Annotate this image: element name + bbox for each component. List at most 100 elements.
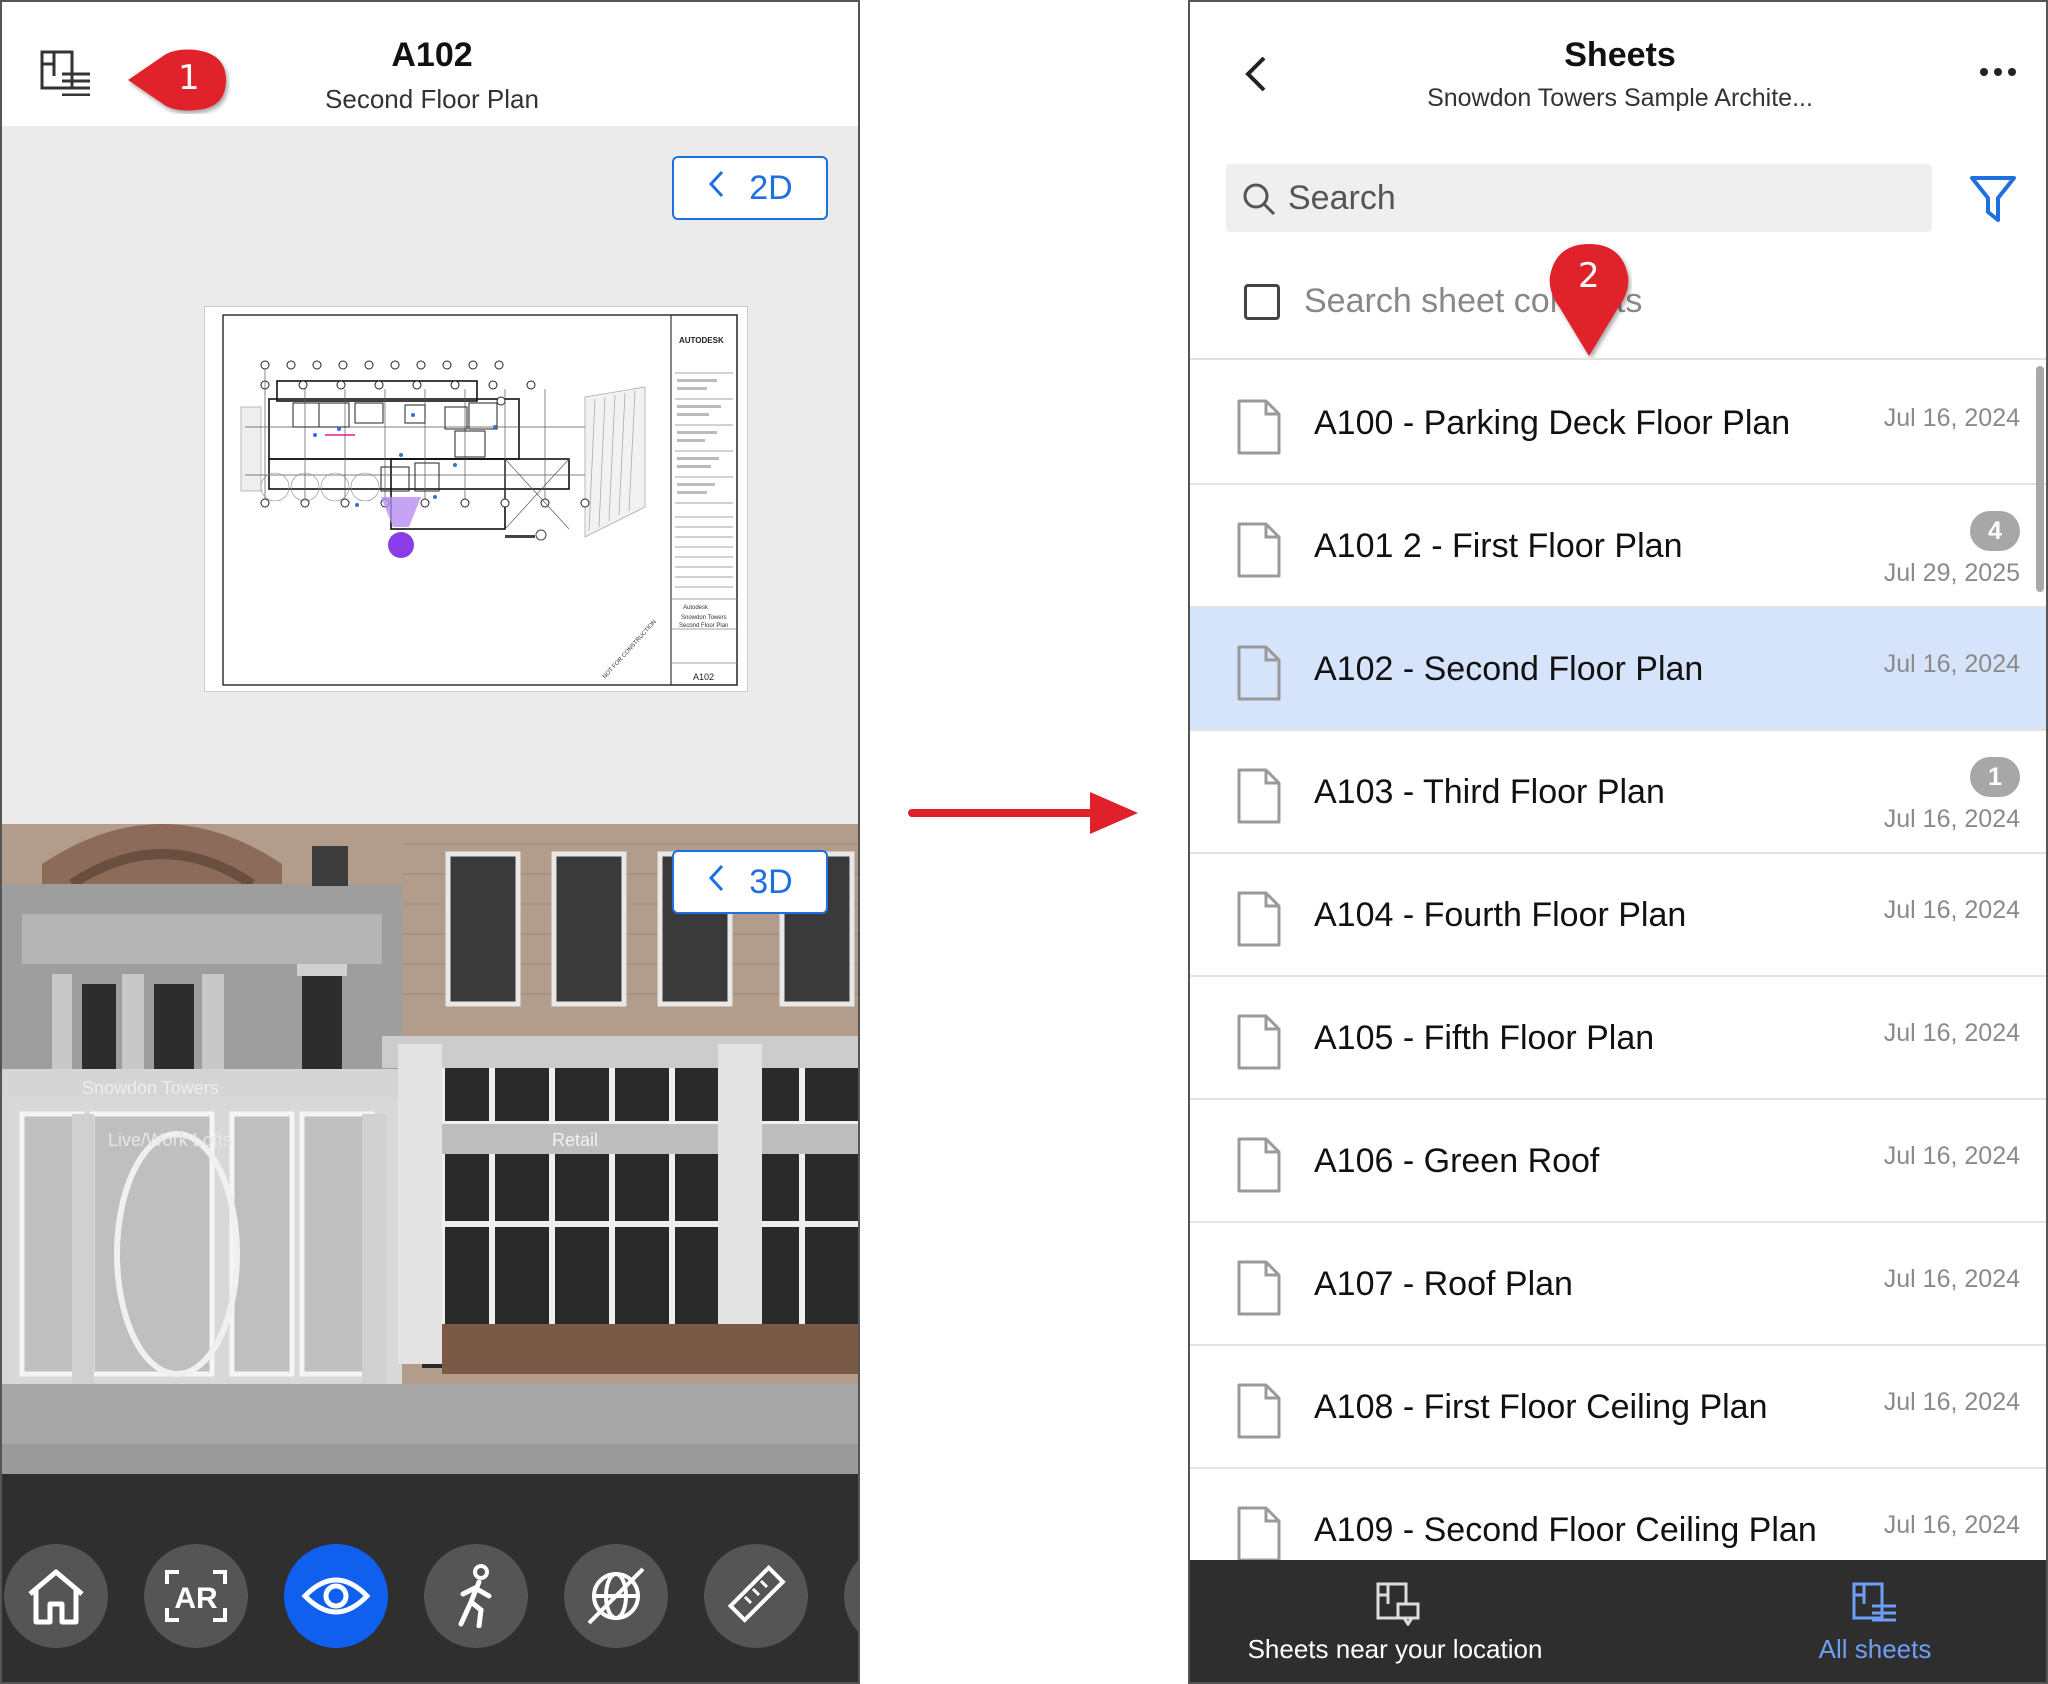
2d-toggle-button[interactable]: 2D	[672, 156, 828, 220]
document-icon	[1237, 1014, 1281, 1070]
search-input[interactable]	[1288, 174, 1908, 222]
sheet-brand: AUTODESK	[679, 336, 724, 345]
sheet-row[interactable]: A104 - Fourth Floor Plan Jul 16, 2024	[1190, 854, 2046, 977]
walk-icon	[458, 1564, 492, 1628]
document-icon	[1237, 1506, 1281, 1562]
sheets-bottom-nav: Sheets near your location All sheets	[1190, 1560, 2046, 1682]
sheet-row[interactable]: A107 - Roof Plan Jul 16, 2024	[1190, 1223, 2046, 1346]
issue-count-badge: 1	[1970, 757, 2020, 797]
building-sign: Live/Work Lofts	[108, 1130, 232, 1150]
sheet-name: A103 - Third Floor Plan	[1314, 773, 1665, 811]
sheet-name: A107 - Roof Plan	[1314, 1265, 1573, 1303]
title-block-line: Snowdon Towers	[681, 615, 727, 621]
sheet-name: A105 - Fifth Floor Plan	[1314, 1019, 1655, 1057]
sheet-name: A100 - Parking Deck Floor Plan	[1314, 404, 1791, 442]
sheet-date: Jul 16, 2024	[1883, 404, 2020, 432]
sheet-date: Jul 16, 2024	[1883, 1142, 2020, 1170]
issue-count-badge: 4	[1970, 511, 2020, 551]
visibility-button[interactable]	[284, 1544, 388, 1648]
sheet-date: Jul 16, 2024	[1883, 1019, 2020, 1047]
list-scrollbar[interactable]	[2036, 366, 2044, 592]
document-icon	[1237, 1260, 1281, 1316]
all-sheets-icon	[1852, 1582, 1896, 1622]
sheet-date: Jul 16, 2024	[1883, 650, 2020, 678]
title-block-line: Autodesk	[683, 605, 709, 611]
viewer-toolbar: AR	[2, 1474, 858, 1682]
sheet-date: Jul 16, 2024	[1883, 805, 2020, 833]
3d-view-pane[interactable]: Snowdon Towers Live/Work Lofts Retail 3D	[2, 824, 858, 1474]
more-dot-icon	[1980, 68, 1988, 76]
more-options-button[interactable]	[1970, 54, 2026, 90]
project-name: Snowdon Towers Sample Archite...	[1427, 84, 1813, 112]
sheet-row[interactable]: A100 - Parking Deck Floor Plan Jul 16, 20…	[1190, 362, 2046, 485]
building-model-render: Snowdon Towers Live/Work Lofts Retail	[2, 824, 858, 1474]
search-box[interactable]	[1226, 164, 1932, 232]
nav-label: Sheets near your location	[1247, 1634, 1543, 1664]
sheet-row[interactable]: A108 - First Floor Ceiling Plan Jul 16, 2…	[1190, 1346, 2046, 1469]
sheet-date: Jul 16, 2024	[1883, 1265, 2020, 1293]
more-dot-icon	[1994, 68, 2002, 76]
sheet-name: A101 2 - First Floor Plan	[1314, 527, 1683, 565]
search-icon	[1243, 183, 1276, 216]
viewer-header: 1 A102 Second Floor Plan	[2, 2, 858, 126]
walk-button[interactable]	[424, 1544, 528, 1648]
sheet-subtitle: Second Floor Plan	[325, 84, 539, 114]
sheet-name: A108 - First Floor Ceiling Plan	[1314, 1388, 1768, 1426]
sheets-screen: Sheets Snowdon Towers Sample Archite... …	[1188, 0, 2048, 1684]
chevron-left-icon	[707, 169, 725, 208]
document-icon	[1237, 522, 1281, 578]
search-contents-checkbox[interactable]	[1244, 284, 1280, 320]
3d-label: 3D	[749, 862, 793, 901]
sheet-row[interactable]: A102 - Second Floor Plan Jul 16, 2024	[1190, 608, 2046, 731]
page-title: Sheets	[1564, 36, 1676, 74]
document-icon	[1237, 1383, 1281, 1439]
nav-all-sheets[interactable]: All sheets	[1750, 1560, 2000, 1682]
title-block-line: Second Floor Plan	[679, 623, 728, 629]
sheet-title: A102	[391, 36, 473, 74]
document-icon	[1237, 768, 1281, 824]
measure-icon	[727, 1564, 786, 1623]
sheet-name: A109 - Second Floor Ceiling Plan	[1314, 1511, 1817, 1549]
eye-icon	[301, 1577, 371, 1615]
step-callout-2: 2	[1546, 242, 1632, 363]
more-tools-button[interactable]	[844, 1544, 858, 1648]
nav-sheets-near-location[interactable]: Sheets near your location	[1230, 1560, 1560, 1682]
3d-toggle-button[interactable]: 3D	[672, 850, 828, 914]
ar-icon: AR	[165, 1570, 227, 1622]
sheet-row[interactable]: A105 - Fifth Floor Plan Jul 16, 2024	[1190, 977, 2046, 1100]
orbit-button[interactable]	[564, 1544, 668, 1648]
floor-plan-drawing: AUTODESK Autodesk Snowdon Towers Second …	[222, 314, 738, 686]
document-icon	[1237, 891, 1281, 947]
2d-view-pane[interactable]: 2D AUTODESK Autodesk Snowdon Towers Seco…	[2, 126, 858, 824]
sheet-date: Jul 16, 2024	[1883, 896, 2020, 924]
sheet-row[interactable]: A101 2 - First Floor Plan 4 Jul 29, 2025	[1190, 485, 2046, 608]
flow-arrow	[908, 792, 1138, 834]
document-icon	[1237, 1137, 1281, 1193]
filter-icon	[1970, 176, 2016, 222]
chevron-left-icon	[707, 863, 725, 902]
sheet-thumbnail[interactable]: AUTODESK Autodesk Snowdon Towers Second …	[204, 306, 748, 692]
building-sign: Retail	[552, 1130, 598, 1150]
2d-label: 2D	[749, 168, 793, 207]
measure-button[interactable]	[704, 1544, 808, 1648]
ar-button[interactable]: AR	[144, 1544, 248, 1648]
svg-text:AR: AR	[174, 1582, 218, 1615]
nav-label: All sheets	[1818, 1634, 1932, 1664]
sheet-row[interactable]: A103 - Third Floor Plan 1 Jul 16, 2024	[1190, 731, 2046, 854]
document-icon	[1237, 645, 1281, 701]
more-dot-icon	[2008, 68, 2016, 76]
filter-button[interactable]	[1968, 172, 2018, 226]
home-icon	[28, 1569, 84, 1625]
sheet-name: A106 - Green Roof	[1314, 1142, 1600, 1180]
sheet-name: A104 - Fourth Floor Plan	[1314, 896, 1687, 934]
sheet-row[interactable]: A106 - Green Roof Jul 16, 2024	[1190, 1100, 2046, 1223]
sheet-stamp: NOT FOR CONSTRUCTION	[602, 619, 658, 680]
sheet-number: A102	[693, 672, 714, 682]
home-button[interactable]	[4, 1544, 108, 1648]
building-sign: Snowdon Towers	[82, 1078, 219, 1098]
sheets-location-icon	[1376, 1582, 1420, 1626]
callout-number: 2	[1578, 256, 1600, 296]
sheet-name: A102 - Second Floor Plan	[1314, 650, 1704, 688]
orbit-icon	[587, 1567, 645, 1625]
document-icon	[1237, 399, 1281, 455]
